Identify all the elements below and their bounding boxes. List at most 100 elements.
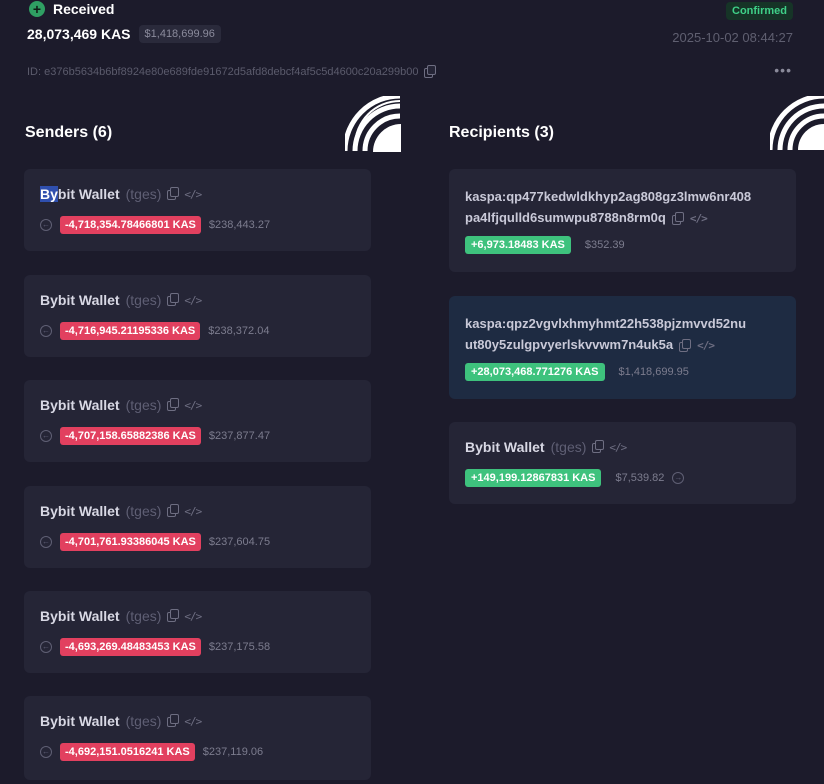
wallet-label: Bybit Wallet (tges) </> [40,397,202,413]
value-row: +28,073,468.771276 KAS $1,418,699.95 [465,363,689,381]
sent-amount: -4,692,151.0516241 KAS [60,743,195,761]
value-row: ← -4,707,158.65882386 KAS $237,877.47 [40,427,270,445]
amount-row: 28,073,469 KAS $1,418,699.96 [27,25,221,43]
sent-amount-usd: $237,604.75 [208,536,271,548]
wallet-label: Bybit Wallet (tges) </> [40,608,202,624]
recipient-card[interactable]: kaspa:qp477kedwldkhyp2ag808gz3lmw6nr408 … [449,169,796,272]
wallet-name[interactable]: Bybit Wallet [40,713,120,729]
received-amount-usd: $7,539.82 [615,472,665,484]
sent-amount: -4,693,269.48483453 KAS [60,638,201,656]
transaction-id: ID: e376b5634b6bf8924e80e689fde91672d5af… [27,65,437,78]
sent-amount: -4,707,158.65882386 KAS [60,427,201,445]
code-icon[interactable]: </> [690,208,708,229]
arrow-left-circle-icon[interactable]: ← [40,219,52,231]
recipient-address[interactable]: kaspa:qp477kedwldkhyp2ag808gz3lmw6nr408 … [465,186,785,229]
value-row: ← -4,693,269.48483453 KAS $237,175.58 [40,638,270,656]
transaction-header: + Received 28,073,469 KAS $1,418,699.96 … [0,0,824,88]
received-status: + Received [29,1,114,17]
received-amount-usd: $352.39 [584,239,625,251]
value-row: ← -4,718,354.78466801 KAS $238,443.27 [40,216,270,234]
arrow-left-circle-icon[interactable]: ← [40,536,52,548]
received-amount-usd: $1,418,699.95 [618,366,689,378]
code-icon[interactable]: </> [184,399,202,412]
sender-card[interactable]: Bybit Wallet (tges) </> ← -4,718,354.784… [24,169,371,251]
sent-amount: -4,701,761.93386045 KAS [60,533,201,551]
code-icon[interactable]: </> [697,335,715,356]
recipient-card[interactable]: Bybit Wallet (tges) </> +149,199.1286783… [449,422,796,504]
code-icon[interactable]: </> [184,294,202,307]
total-amount-usd: $1,418,699.96 [138,25,221,43]
code-icon[interactable]: </> [184,505,202,518]
received-amount: +28,073,468.771276 KAS [465,363,605,381]
address-line-2: pa4lfjqulld6sumwpu8788n8rm0q [465,210,666,225]
arrow-left-circle-icon[interactable]: ← [40,430,52,442]
address-line-1: kaspa:qp477kedwldkhyp2ag808gz3lmw6nr408 [465,189,752,204]
copy-icon[interactable] [167,609,180,622]
sender-card[interactable]: Bybit Wallet (tges) </> ← -4,701,761.933… [24,486,371,568]
copy-icon[interactable] [679,338,692,352]
address-line-2: ut80y5zulgpvyerlskvvwm7n4uk5a [465,337,674,352]
sender-card[interactable]: Bybit Wallet (tges) </> ← -4,693,269.484… [24,591,371,673]
sent-amount-usd: $237,175.58 [208,641,271,653]
copy-icon[interactable] [671,211,684,225]
wallet-label: Bybit Wallet (tges) </> [40,292,202,308]
received-amount: +149,199.12867831 KAS [465,469,602,487]
wallet-tag: (tges) [125,503,162,519]
wallet-name[interactable]: Bybit Wallet [40,292,120,308]
wallet-tag: (tges) [125,186,162,202]
sent-amount: -4,716,945.21195336 KAS [60,322,201,340]
code-icon[interactable]: </> [184,610,202,623]
address-line-1: kaspa:qpz2vgvlxhmyhmt22h538pjzmvvd52nu [465,316,747,331]
wallet-label: Bybit Wallet (tges) </> [40,503,202,519]
sender-card[interactable]: Bybit Wallet (tges) </> ← -4,707,158.658… [24,380,371,462]
copy-icon[interactable] [167,504,180,517]
sent-amount-usd: $238,443.27 [208,219,271,231]
value-row: ← -4,692,151.0516241 KAS $237,119.06 [40,743,263,761]
wallet-tag: (tges) [125,608,162,624]
sender-card[interactable]: Bybit Wallet (tges) </> ← -4,716,945.211… [24,275,371,357]
copy-icon[interactable] [592,440,605,453]
received-amount: +6,973.18483 KAS [465,236,571,254]
plus-circle-icon: + [29,1,45,17]
wallet-name[interactable]: Bybit Wallet [40,397,120,413]
recipient-address[interactable]: kaspa:qpz2vgvlxhmyhmt22h538pjzmvvd52nu u… [465,313,785,356]
sent-amount-usd: $238,372.04 [208,325,270,337]
arrow-right-circle-icon[interactable]: → [672,472,685,484]
wallet-tag: (tges) [125,397,162,413]
wallet-name[interactable]: Bybit Wallet [40,186,120,202]
code-icon[interactable]: </> [609,441,627,454]
code-icon[interactable]: </> [184,188,202,201]
wallet-tag: (tges) [550,439,587,455]
more-icon[interactable]: ••• [774,62,792,78]
arrow-left-circle-icon[interactable]: ← [40,641,52,653]
recipient-card[interactable]: kaspa:qpz2vgvlxhmyhmt22h538pjzmvvd52nu u… [449,296,796,399]
code-icon[interactable]: </> [184,715,202,728]
value-row: +149,199.12867831 KAS $7,539.82 → [465,469,685,487]
arrow-left-circle-icon[interactable]: ← [40,325,52,337]
arrow-left-circle-icon[interactable]: ← [40,746,52,758]
wallet-name[interactable]: Bybit Wallet [40,608,120,624]
value-row: ← -4,716,945.21195336 KAS $238,372.04 [40,322,269,340]
senders-title: Senders (6) [25,124,113,141]
copy-icon[interactable] [167,293,180,306]
wallet-label: Bybit Wallet (tges) </> [40,713,202,729]
sender-card[interactable]: Bybit Wallet (tges) </> ← -4,692,151.051… [24,696,371,780]
value-row: ← -4,701,761.93386045 KAS $237,604.75 [40,533,270,551]
sent-amount: -4,718,354.78466801 KAS [60,216,201,234]
loading-arcs-icon [345,96,401,152]
copy-icon[interactable] [167,187,180,200]
wallet-name[interactable]: Bybit Wallet [465,439,545,455]
loading-arcs-icon [770,96,824,151]
received-label: Received [53,1,115,17]
wallet-name[interactable]: Bybit Wallet [40,503,120,519]
copy-icon[interactable] [167,714,180,727]
timestamp: 2025-10-02 08:44:27 [672,30,793,45]
value-row: +6,973.18483 KAS $352.39 [465,236,625,254]
recipients-title: Recipients (3) [449,124,554,141]
wallet-label: Bybit Wallet (tges) </> [465,439,627,455]
confirmed-badge: Confirmed [726,2,793,20]
copy-icon[interactable] [167,398,180,411]
wallet-tag: (tges) [125,713,162,729]
total-amount: 28,073,469 KAS [27,26,131,42]
copy-icon[interactable] [424,65,437,78]
